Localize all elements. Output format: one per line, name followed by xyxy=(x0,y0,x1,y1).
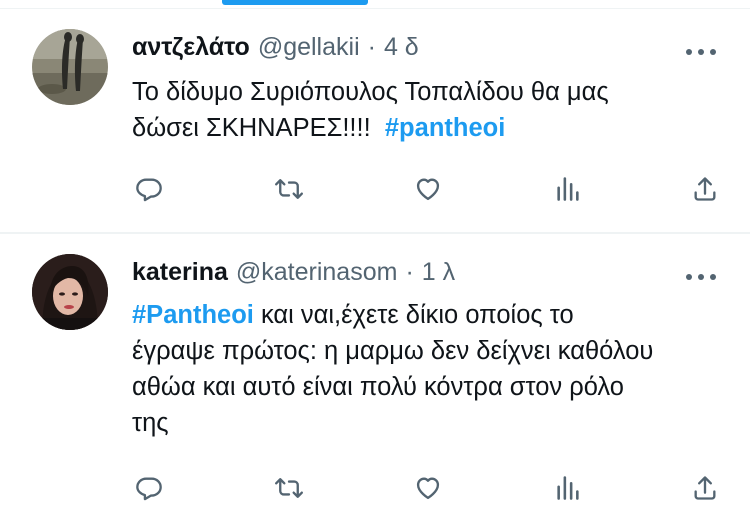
tweet-text-line: αθώα και αυτό είναι πολύ κόντρα στον ρόλ… xyxy=(132,373,624,401)
tweet-text-line: Το δίδυμο Συριόπουλος Τοπαλίδου θα μας xyxy=(132,78,609,106)
more-options-icon[interactable] xyxy=(686,273,716,281)
reply-button[interactable] xyxy=(132,172,166,206)
tweet-divider xyxy=(0,232,750,234)
avatar[interactable] xyxy=(32,29,108,105)
author-handle[interactable]: @gellakii xyxy=(258,32,360,62)
share-icon xyxy=(694,476,716,500)
share-button[interactable] xyxy=(688,471,722,505)
hashtag-link[interactable]: #Pantheoi xyxy=(132,301,254,329)
tweet-text-segment: και ναι,έχετε δίκιο οποίος το xyxy=(253,301,574,329)
views-button[interactable] xyxy=(551,471,585,505)
author-handle[interactable]: @katerinasom xyxy=(236,257,398,287)
top-divider xyxy=(0,8,750,9)
like-button[interactable] xyxy=(411,172,445,206)
reply-button[interactable] xyxy=(132,471,166,505)
tweet-text-line: της xyxy=(132,409,169,437)
like-icon xyxy=(416,477,440,500)
like-button[interactable] xyxy=(411,471,445,505)
retweet-button[interactable] xyxy=(272,471,306,505)
reply-icon xyxy=(136,477,162,501)
tweet[interactable]: αντζελάτο @gellakii · 4 δ Το δίδυμο Συρι… xyxy=(0,10,750,232)
timestamp[interactable]: 4 δ xyxy=(384,32,419,62)
tweet-text-line: έγραψε πρώτος: η μαρμω δεν δείχνει καθόλ… xyxy=(132,337,654,365)
share-icon xyxy=(694,177,716,201)
views-icon xyxy=(557,177,579,201)
tweet-text-segment: δώσει ΣΚΗΝΑΡΕΣ!!!! xyxy=(132,114,371,142)
tweet-text: Το δίδυμο Συριόπουλος Τοπαλίδου θα μας δ… xyxy=(132,74,732,146)
author-name[interactable]: katerina xyxy=(132,257,228,287)
separator-dot: · xyxy=(405,258,414,286)
tweet-text: #Pantheoi και ναι,έχετε δίκιο οποίος το … xyxy=(132,297,732,441)
reply-icon xyxy=(136,178,162,202)
tweet[interactable]: katerina @katerinasom · 1 λ #Pantheoi κα… xyxy=(0,235,750,531)
views-icon xyxy=(557,476,579,500)
share-button[interactable] xyxy=(688,172,722,206)
tweet-text-line: δώσει ΣΚΗΝΑΡΕΣ!!!! #pantheoi xyxy=(132,110,732,146)
author-name[interactable]: αντζελάτο xyxy=(132,32,250,62)
more-options-icon[interactable] xyxy=(686,48,716,56)
hashtag-link[interactable]: #pantheoi xyxy=(385,114,505,142)
tab-indicator xyxy=(222,0,368,5)
tweet-text-line: #Pantheoi και ναι,έχετε δίκιο οποίος το xyxy=(132,297,732,333)
views-button[interactable] xyxy=(551,172,585,206)
separator-dot: · xyxy=(367,33,376,61)
retweet-icon xyxy=(275,179,303,199)
retweet-button[interactable] xyxy=(272,172,306,206)
timestamp[interactable]: 1 λ xyxy=(422,257,455,287)
avatar[interactable] xyxy=(32,254,108,330)
action-bar xyxy=(132,172,722,206)
action-bar xyxy=(132,471,722,505)
retweet-icon xyxy=(275,478,303,498)
like-icon xyxy=(416,178,440,201)
